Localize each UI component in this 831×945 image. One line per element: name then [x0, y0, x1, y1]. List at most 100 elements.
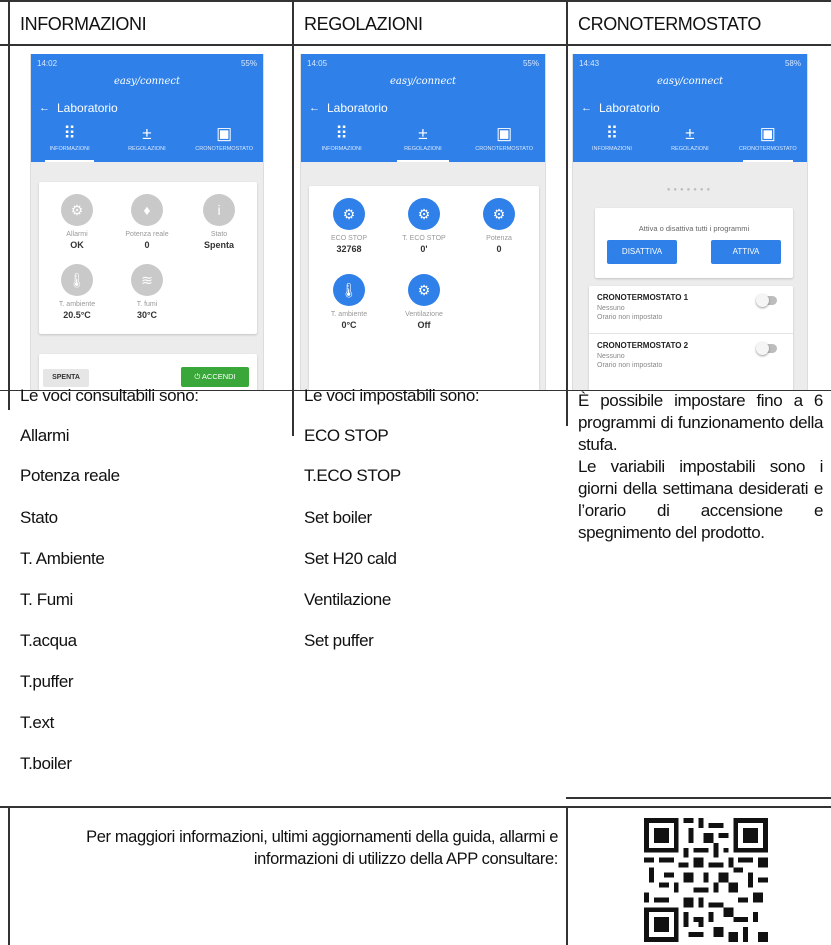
document-page: INFORMAZIONI REGOLAZIONI CRONOTERMOSTATO… [0, 0, 831, 945]
toggle-all-card: Attiva o disattiva tutti i programmi DIS… [595, 208, 793, 278]
list-item: T.puffer [20, 672, 74, 691]
app-tabs: ⠿ INFORMAZIONI ± REGOLAZIONI ▣ CRONOTERM… [31, 120, 263, 162]
program-days: Nessuno [597, 305, 625, 312]
info-icon: i [203, 194, 235, 226]
list-item: T. Fumi [20, 590, 73, 609]
tab-informazioni[interactable]: ⠿ INFORMAZIONI [573, 120, 651, 162]
tab-cronotermostato[interactable]: ▣ CRONOTERMOSTATO [464, 120, 545, 162]
col2-intro: Le voci impostabili sono: [304, 386, 480, 405]
app-logo: easy/connect [113, 76, 181, 87]
status-bar: 14:05 55% [307, 59, 539, 71]
program-toggle[interactable] [756, 342, 777, 355]
col-divider-1 [292, 0, 294, 436]
plus-minus-icon: ± [418, 124, 428, 143]
attiva-button[interactable]: ATTIVA [711, 240, 781, 264]
program-toggle[interactable] [756, 294, 777, 307]
app-title: Laboratorio [57, 101, 118, 115]
status-battery: 58% [784, 59, 801, 68]
calendar-clock-icon: ▣ [759, 124, 776, 143]
footer-left-border [8, 806, 10, 945]
tab-regolazioni[interactable]: ± REGOLAZIONI [382, 120, 463, 162]
col-divider-left [8, 0, 10, 410]
info-item-t-ambiente: 🌡︎ T. ambiente 20.5°C [47, 264, 107, 320]
program-name: CRONOTERMOSTATO 1 [597, 293, 689, 302]
col3-paragraph: È possibile impostare fino a 6 programmi… [578, 390, 823, 544]
app-screenshot-cronotermostato: 14:43 58% easy/connect ← Laboratorio ⠿ I… [572, 54, 808, 390]
table-top-border [0, 0, 831, 2]
info-item-stato: i Stato Spenta [189, 194, 249, 250]
tab-cronotermostato[interactable]: ▣ CRONOTERMOSTATO [186, 120, 263, 162]
disattiva-button[interactable]: DISATTIVA [607, 240, 677, 264]
gear-icon: ⚙ [333, 198, 365, 230]
list-item: Set puffer [304, 631, 374, 650]
info-card: ⚙ Allarmi OK ♦ Potenza reale 0 i Stato S… [39, 182, 257, 334]
tab-regolazioni[interactable]: ± REGOLAZIONI [108, 120, 185, 162]
app-tabs: ⠿ INFORMAZIONI ± REGOLAZIONI ▣ CRONOTERM… [573, 120, 807, 162]
calendar-clock-icon: ▣ [216, 124, 233, 143]
accendi-label: ACCENDI [201, 372, 236, 381]
col1-intro: Le voci consultabili sono: [20, 386, 199, 405]
program-row[interactable]: CRONOTERMOSTATO 1 Nessuno Orario non imp… [589, 286, 793, 333]
smoke-icon: ≋ [131, 264, 163, 296]
setting-item-t-ambiente[interactable]: 🌡︎ T. ambiente 0°C [319, 274, 379, 330]
active-tab-indicator [44, 160, 95, 162]
spenta-button[interactable]: SPENTA [43, 369, 89, 387]
info-item-allarmi: ⚙ Allarmi OK [47, 194, 107, 250]
setting-item-eco-stop[interactable]: ⚙ ECO STOP 32768 [319, 198, 379, 254]
thermometer-icon: 🌡︎ [333, 274, 365, 306]
qr-code[interactable] [644, 818, 768, 942]
gear-icon: ⚙ [61, 194, 93, 226]
status-time: 14:02 [37, 59, 58, 68]
col3-text-1: È possibile impostare fino a 6 programmi… [578, 391, 823, 454]
app-title: Laboratorio [327, 101, 388, 115]
grid-icon: ⠿ [63, 124, 76, 143]
program-time: Orario non impostato [597, 362, 663, 369]
setting-item-t-eco-stop[interactable]: ⚙ T. ECO STOP 0' [394, 198, 454, 254]
col3-bottom-rule [566, 797, 831, 799]
tab-cronotermostato[interactable]: ▣ CRONOTERMOSTATO [729, 120, 807, 162]
list-item: T.boiler [20, 754, 72, 773]
plus-minus-icon: ± [142, 124, 152, 143]
setting-item-potenza[interactable]: ⚙ Potenza 0 [469, 198, 529, 254]
app-screenshot-informazioni: 14:02 55% easy/connect ← Laboratorio ⠿ I… [30, 54, 264, 390]
column-header-regolazioni: REGOLAZIONI [304, 14, 423, 34]
list-item: Stato [20, 508, 58, 527]
back-arrow-icon[interactable]: ← [39, 102, 50, 114]
setting-item-ventilazione[interactable]: ⚙ Ventilazione Off [394, 274, 454, 330]
active-tab-indicator [742, 160, 793, 162]
tab-informazioni[interactable]: ⠿ INFORMAZIONI [31, 120, 108, 162]
list-item: T.ECO STOP [304, 466, 401, 485]
gear-icon: ⚙ [408, 274, 440, 306]
list-item: ECO STOP [304, 426, 389, 445]
active-tab-indicator [396, 160, 449, 162]
tab-informazioni[interactable]: ⠿ INFORMAZIONI [301, 120, 382, 162]
list-item: T.acqua [20, 631, 77, 650]
power-icon: ⏻ [194, 372, 202, 381]
accendi-button[interactable]: ⏻ ACCENDI [181, 367, 249, 387]
gear-icon: ⚙ [408, 198, 440, 230]
app-screenshot-regolazioni: 14:05 55% easy/connect ← Laboratorio ⠿ I… [300, 54, 546, 390]
back-arrow-icon[interactable]: ← [581, 102, 592, 114]
column-header-cronotermostato: CRONOTERMOSTATO [578, 14, 762, 34]
status-battery: 55% [522, 59, 539, 68]
plus-minus-icon: ± [685, 124, 695, 143]
tab-regolazioni[interactable]: ± REGOLAZIONI [651, 120, 729, 162]
calendar-clock-icon: ▣ [496, 124, 513, 143]
back-arrow-icon[interactable]: ← [309, 102, 320, 114]
gear-icon: ⚙ [483, 198, 515, 230]
flame-icon: ♦ [131, 194, 163, 226]
app-title: Laboratorio [599, 101, 660, 115]
header-row-border [0, 44, 831, 46]
toggle-all-text: Attiva o disattiva tutti i programmi [638, 224, 750, 233]
page-indicator-dots[interactable]: ●●●●●●● [573, 187, 807, 193]
status-bar: 14:43 58% [579, 59, 801, 71]
status-battery: 55% [240, 59, 257, 68]
list-item: Set boiler [304, 508, 372, 527]
app-tabs: ⠿ INFORMAZIONI ± REGOLAZIONI ▣ CRONOTERM… [301, 120, 545, 162]
program-row[interactable]: CRONOTERMOSTATO 2 Nessuno Orario non imp… [589, 333, 793, 380]
settings-card: ⚙ ECO STOP 32768 ⚙ T. ECO STOP 0' ⚙ Pote… [309, 186, 539, 390]
programs-card: CRONOTERMOSTATO 1 Nessuno Orario non imp… [589, 286, 793, 390]
info-item-t-fumi: ≋ T. fumi 30°C [117, 264, 177, 320]
list-item: Allarmi [20, 426, 70, 445]
thermometer-icon: 🌡︎ [61, 264, 93, 296]
